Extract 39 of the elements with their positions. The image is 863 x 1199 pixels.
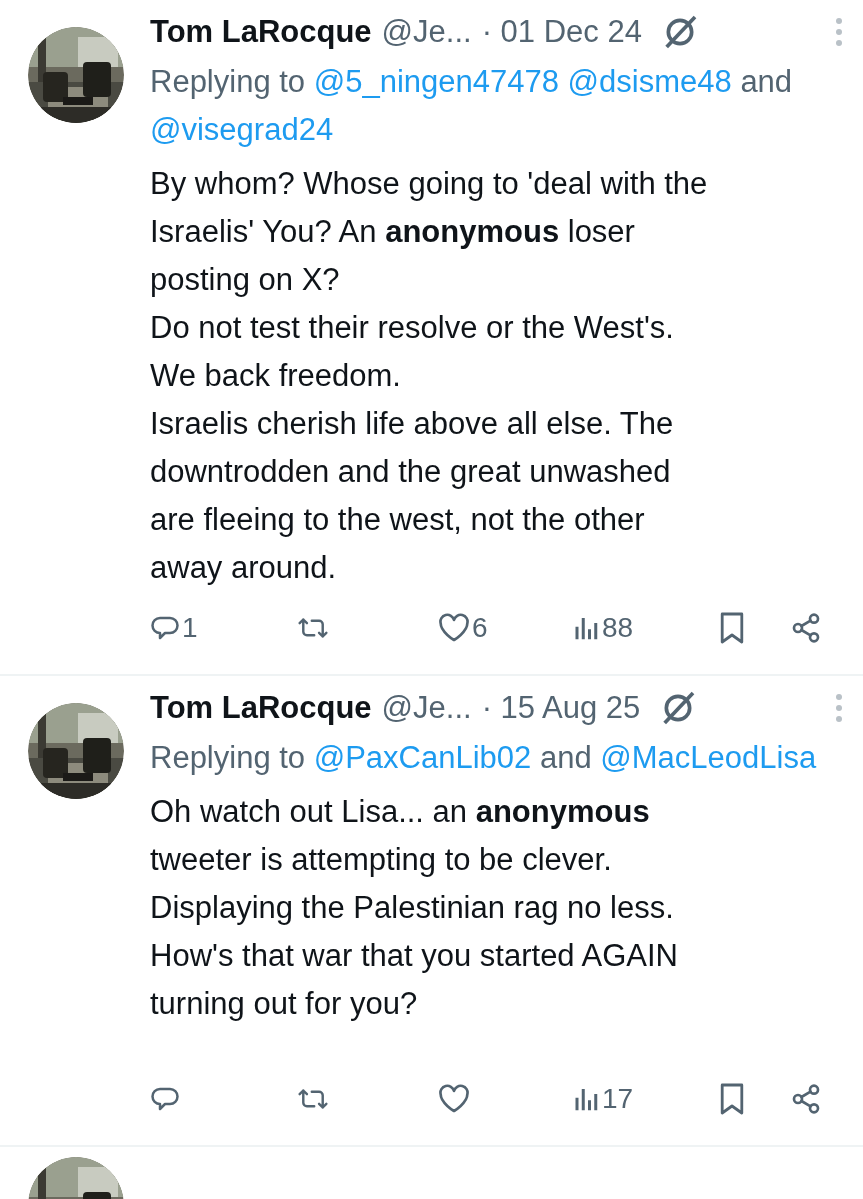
mention-link[interactable]: @visegrad24 bbox=[150, 112, 334, 147]
bookmark-icon[interactable] bbox=[718, 611, 746, 645]
author-handle: @Je... bbox=[381, 12, 472, 51]
post-text-line: How's that war that you started AGAIN bbox=[150, 937, 679, 975]
heart-icon[interactable] bbox=[438, 613, 470, 643]
replying-label: Replying to bbox=[150, 64, 306, 99]
post-text-line: posting on X? bbox=[150, 261, 341, 299]
mention-link[interactable]: @5_ningen47478 bbox=[313, 64, 559, 99]
post-text-line: Oh watch out Lisa... an anonymous bbox=[150, 793, 651, 831]
post-date: · 15 Aug 25 bbox=[481, 688, 641, 727]
view-count: 88 bbox=[602, 611, 634, 645]
post-text-line: Israelis cherish life above all else. The bbox=[150, 405, 675, 443]
author-handle: @Je... bbox=[381, 688, 472, 727]
view-count: 17 bbox=[602, 1082, 634, 1116]
mention-link[interactable]: @PaxCanLib02 bbox=[313, 740, 532, 775]
bookmark-icon[interactable] bbox=[718, 1082, 746, 1116]
replying-label: and bbox=[740, 64, 793, 99]
post-text-line: downtrodden and the great unwashed bbox=[150, 453, 672, 491]
heart-icon[interactable] bbox=[438, 1084, 470, 1114]
like-count: 6 bbox=[472, 611, 488, 645]
post-text-line: tweeter is attempting to be clever. bbox=[150, 841, 613, 879]
author-name: Tom LaRocque bbox=[150, 12, 372, 51]
post-text-line: By whom? Whose going to 'deal with the bbox=[150, 165, 709, 203]
post-text-line: Israelis' You? An anonymous loser bbox=[150, 213, 636, 251]
post-text-line: turning out for you? bbox=[150, 985, 419, 1023]
share-icon[interactable] bbox=[790, 1083, 822, 1115]
replying-label: and bbox=[539, 740, 592, 775]
post-date: · 01 Dec 24 bbox=[481, 12, 642, 51]
mention-link[interactable]: @dsisme48 bbox=[567, 64, 732, 99]
post-text-line: Do not test their resolve or the West's. bbox=[150, 309, 675, 347]
mention-link[interactable]: @MacLeodLisa bbox=[600, 740, 817, 775]
post-text-line: We back freedom. bbox=[150, 357, 402, 395]
share-icon[interactable] bbox=[790, 612, 822, 644]
post-text-line: are fleeing to the west, not the other bbox=[150, 501, 646, 539]
author-name: Tom LaRocque bbox=[150, 688, 372, 727]
reply-count: 1 bbox=[182, 611, 198, 645]
replying-label: Replying to bbox=[150, 740, 306, 775]
post-text-line: Displaying the Palestinian rag no less. bbox=[150, 889, 675, 927]
post-text-line: away around. bbox=[150, 549, 338, 587]
